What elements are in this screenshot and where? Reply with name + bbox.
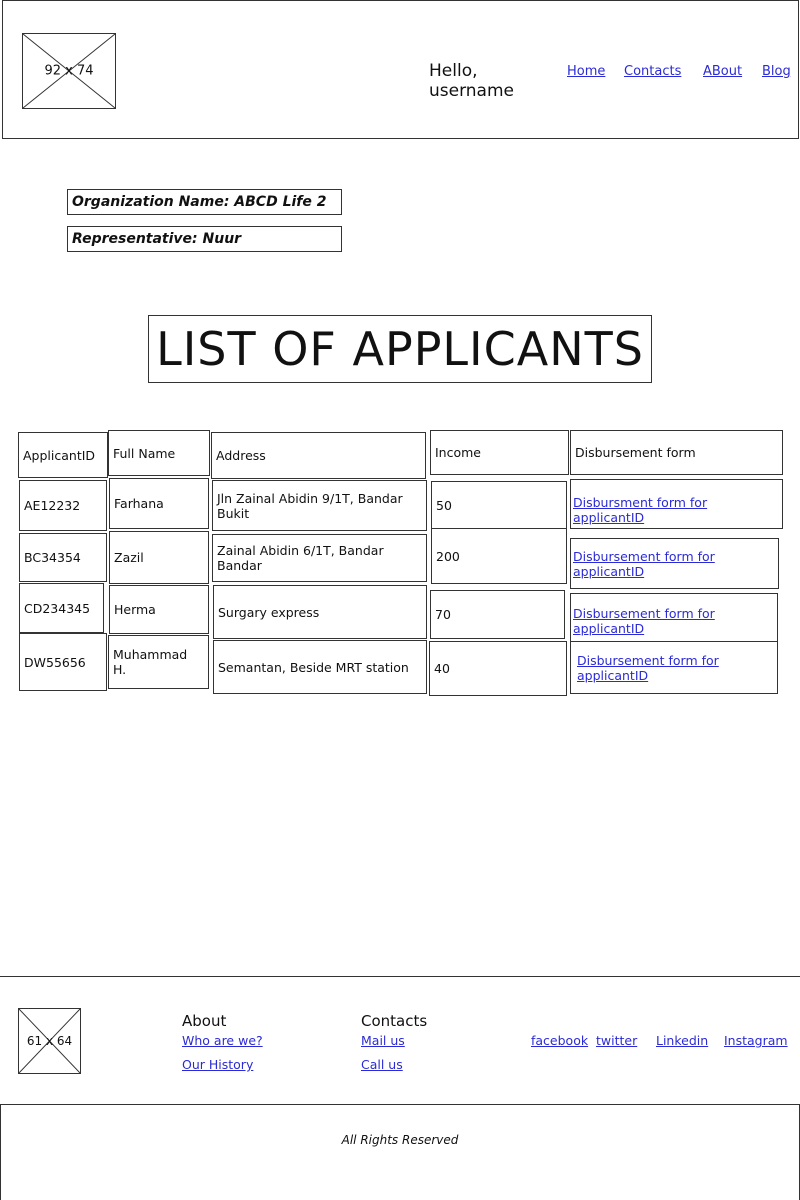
representative-name: Representative: Nuur [67, 226, 342, 252]
organization-name: Organization Name: ABCD Life 2 [67, 189, 342, 215]
nav-home-link[interactable]: Home [567, 64, 605, 79]
table-row-4-applicant-id: DW55656 [19, 633, 107, 691]
footer-logo-placeholder[interactable]: 61 x 64 [18, 1008, 81, 1074]
table-row-2-address: Zainal Abidin 6/1T, Bandar Bandar [212, 534, 427, 582]
footer-call-us-link[interactable]: Call us [361, 1057, 403, 1072]
logo-placeholder-label: 92 x 74 [44, 63, 94, 79]
footer-facebook-link[interactable]: facebook [531, 1033, 588, 1048]
disbursement-form-link-2[interactable]: Disbursement form for applicantID [573, 549, 776, 579]
table-row-4-address: Semantan, Beside MRT station [213, 640, 427, 694]
table-row-4-disbursement-cell: Disbursement form for applicantID [570, 641, 778, 694]
footer-contacts-heading: Contacts [361, 1012, 428, 1030]
table-row-1-applicant-id: AE12232 [19, 480, 107, 531]
table-row-2-applicant-id: BC34354 [19, 533, 107, 582]
page-title: LIST OF APPLICANTS [148, 315, 652, 383]
column-header-income: Income [430, 430, 569, 475]
footer-divider [0, 976, 800, 977]
table-row-1-income: 50 [431, 481, 567, 530]
table-row-1-address: Jln Zainal Abidin 9/1T, Bandar Bukit [212, 480, 427, 531]
nav-blog-link[interactable]: Blog [762, 64, 791, 79]
column-header-applicant-id: ApplicantID [18, 432, 108, 478]
nav-about-link[interactable]: ABout [703, 64, 742, 79]
table-row-2-full-name: Zazil [109, 531, 209, 584]
nav-contacts-link[interactable]: Contacts [624, 64, 681, 79]
footer-who-are-we-link[interactable]: Who are we? [182, 1033, 263, 1048]
disbursement-form-link-3[interactable]: Disbursement form for applicantID [573, 600, 775, 636]
table-row-3-address: Surgary express [213, 585, 427, 639]
footer-instagram-link[interactable]: Instagram [724, 1033, 788, 1048]
table-row-2-income: 200 [431, 528, 567, 584]
greeting-text: Hello, username [429, 61, 514, 101]
copyright-text: All Rights Reserved [341, 1133, 459, 1147]
footer-linkedin-link[interactable]: Linkedin [656, 1033, 708, 1048]
table-row-3-disbursement-cell: Disbursement form for applicantID [570, 593, 778, 642]
footer-mail-us-link[interactable]: Mail us [361, 1033, 405, 1048]
table-row-4-full-name: Muhammad H. [108, 635, 209, 689]
table-row-1-disbursement-cell: Disbursment form for applicantID [570, 479, 783, 529]
footer-logo-placeholder-label: 61 x 64 [26, 1034, 73, 1048]
footer-about-heading: About [182, 1012, 227, 1030]
disbursement-form-link-4[interactable]: Disbursement form for applicantID [573, 653, 775, 683]
table-row-3-full-name: Herma [109, 585, 209, 634]
table-row-4-income: 40 [429, 641, 567, 696]
table-row-1-full-name: Farhana [109, 478, 209, 529]
table-row-2-disbursement-cell: Disbursement form for applicantID [570, 538, 779, 589]
logo-placeholder[interactable]: 92 x 74 [22, 33, 116, 109]
column-header-disbursement-form: Disbursement form [570, 430, 783, 475]
table-row-3-applicant-id: CD234345 [19, 583, 104, 633]
copyright-bar [0, 1104, 800, 1200]
column-header-full-name: Full Name [108, 430, 210, 476]
column-header-address: Address [211, 432, 426, 479]
footer-our-history-link[interactable]: Our History [182, 1057, 253, 1072]
footer-twitter-link[interactable]: twitter [596, 1033, 637, 1048]
disbursement-form-link-1[interactable]: Disbursment form for applicantID [573, 483, 780, 525]
table-row-3-income: 70 [430, 590, 565, 639]
